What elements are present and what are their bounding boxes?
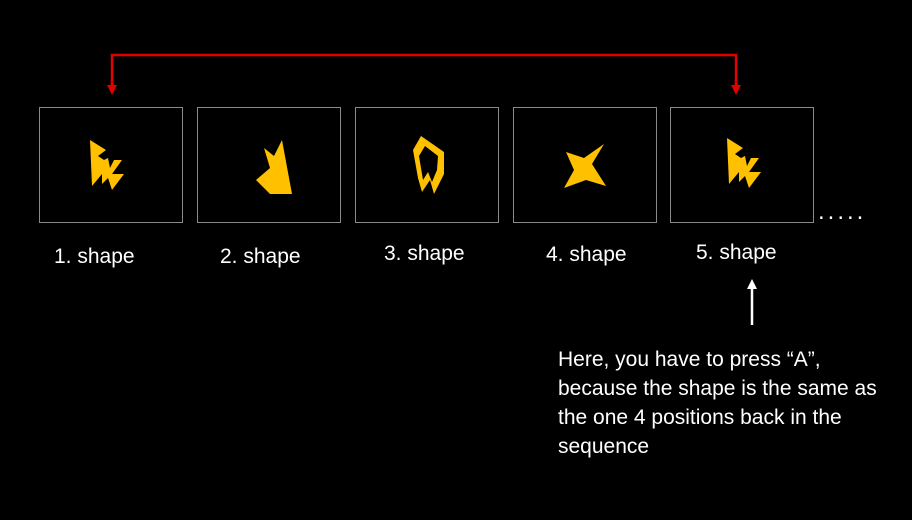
diagram-canvas: 1. shape 2. shape 3. shape 4. shape 5. s… <box>0 0 912 520</box>
bracket-line <box>110 53 738 86</box>
explanation-text: Here, you have to press “A”, because the… <box>558 348 877 458</box>
comparison-bracket <box>107 53 741 95</box>
sequence-continuation: ..... <box>818 198 867 225</box>
